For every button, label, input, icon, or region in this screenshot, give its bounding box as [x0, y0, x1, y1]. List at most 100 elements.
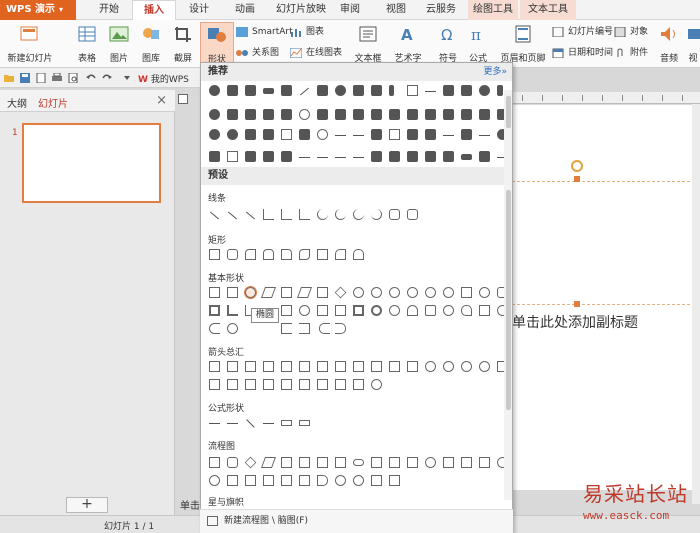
shape-rect[interactable] — [443, 109, 454, 120]
shape-rect[interactable] — [209, 151, 220, 162]
shape-arrow[interactable] — [335, 135, 346, 136]
shape-right-arrow[interactable] — [299, 157, 310, 158]
shape-callout[interactable] — [281, 85, 292, 96]
shape-bevel[interactable] — [353, 305, 364, 316]
shape-punched-tape[interactable] — [479, 457, 490, 468]
shape-curve-arrow[interactable] — [335, 209, 346, 220]
object-button[interactable]: 对象 — [614, 24, 648, 40]
shape-extract[interactable] — [263, 475, 274, 486]
shape-equal[interactable] — [281, 420, 292, 426]
shape-right-arrow[interactable] — [317, 157, 328, 158]
shape-rect[interactable] — [371, 109, 382, 120]
shape-rect[interactable] — [425, 129, 436, 140]
shape-dodecagon[interactable] — [443, 287, 454, 298]
shape-ring[interactable] — [317, 129, 328, 140]
export-icon[interactable] — [36, 73, 46, 83]
shape-direct-access[interactable] — [371, 475, 382, 486]
shape-plus[interactable] — [353, 135, 364, 136]
subtitle-placeholder[interactable]: 单击此处添加副标题 — [512, 312, 638, 332]
print-icon[interactable] — [52, 73, 62, 83]
shape-right-arrow[interactable] — [425, 91, 436, 92]
shape-rect-4[interactable] — [443, 85, 454, 96]
shape-rect[interactable] — [317, 109, 328, 120]
shape-pie[interactable] — [461, 287, 472, 298]
shape-elbow-double[interactable] — [299, 209, 310, 220]
shape-curve-free[interactable] — [371, 209, 382, 220]
shape-rect[interactable] — [263, 109, 274, 120]
shape-cloud[interactable] — [227, 323, 238, 334]
shape-rect[interactable] — [479, 151, 490, 162]
shape-curved-down-arrow[interactable] — [479, 361, 490, 372]
shape-display[interactable] — [389, 475, 400, 486]
shape-corner[interactable] — [227, 151, 238, 162]
shape-magnetic-disk[interactable] — [353, 475, 364, 486]
shape-elbow-arrow[interactable] — [281, 209, 292, 220]
shape-rect[interactable] — [407, 109, 418, 120]
tab-cloud[interactable]: 云服务 — [420, 0, 462, 20]
screenshot-button[interactable]: 截屏 — [168, 22, 198, 66]
shape-terminator[interactable] — [353, 459, 364, 466]
shape-smiley[interactable] — [443, 305, 454, 316]
shape-brace[interactable] — [389, 129, 400, 140]
shape-check[interactable] — [443, 135, 454, 136]
shape-rect[interactable] — [425, 109, 436, 120]
shape-bolt-2[interactable] — [497, 85, 503, 96]
shape-oval[interactable] — [479, 85, 490, 96]
picture-button[interactable]: 图片 — [104, 22, 134, 66]
save-icon[interactable] — [20, 73, 30, 83]
shape-rect[interactable] — [371, 151, 382, 162]
shape-left-right-arrow[interactable] — [281, 361, 292, 372]
shape-delay[interactable] — [317, 475, 328, 486]
shape-stored-data[interactable] — [299, 475, 310, 486]
shape-triangle[interactable] — [260, 287, 277, 298]
app-menu-button[interactable]: WPS 演示 ▾ — [0, 0, 76, 20]
shape-pill[interactable] — [263, 88, 274, 94]
shape-collate[interactable] — [227, 475, 238, 486]
attachment-button[interactable]: 附件 — [614, 45, 648, 61]
shape-vertical-text[interactable] — [227, 287, 238, 298]
tab-review[interactable]: 审阅 — [334, 0, 366, 20]
shape-sequential-access[interactable] — [335, 475, 346, 486]
shape-right-bracket[interactable] — [299, 323, 310, 334]
tab-insert[interactable]: 插入 — [132, 0, 176, 21]
online-chart-button[interactable]: 在线图表 — [290, 45, 342, 61]
shape-quad-arrow[interactable] — [317, 361, 328, 372]
mywps-button[interactable]: W 我的WPS — [138, 72, 189, 85]
shape-multidocument[interactable] — [335, 457, 346, 468]
rotation-handle[interactable] — [571, 160, 583, 172]
shape-curve[interactable] — [317, 209, 328, 220]
shape-down-callout-arrow[interactable] — [317, 379, 328, 390]
resize-handle[interactable] — [574, 301, 580, 307]
shape-bent-arrow[interactable] — [353, 361, 364, 372]
shape-circle[interactable] — [227, 129, 238, 140]
shape-oval[interactable] — [244, 286, 257, 299]
shape-predefined[interactable] — [281, 457, 292, 468]
relation-chart-button[interactable]: 关系图 — [236, 45, 279, 61]
shape-textbox[interactable] — [209, 287, 220, 298]
shape-snip-rect[interactable] — [245, 249, 256, 260]
shape-freeform[interactable] — [389, 209, 400, 220]
new-flowchart-button[interactable]: 新建流程图 \ 脑图(F) — [200, 509, 513, 533]
video-button[interactable]: 视 — [686, 22, 700, 66]
shape-hand[interactable] — [425, 151, 436, 162]
slide-number-button[interactable]: 幻灯片编号 — [552, 24, 613, 40]
shape-pentagon-arrow[interactable] — [227, 379, 238, 390]
audio-button[interactable]: 音频 — [654, 22, 684, 66]
new-slide-button[interactable]: 新建幻灯片 — [4, 22, 56, 66]
add-slide-button[interactable]: + — [66, 497, 108, 513]
smartart-button[interactable]: SmartArt — [236, 24, 293, 40]
shape-rect[interactable] — [479, 109, 490, 120]
shape-rect[interactable] — [227, 109, 238, 120]
open-folder-icon[interactable] — [4, 73, 14, 83]
shape-multiply[interactable] — [246, 419, 255, 428]
shape-right-callout-arrow[interactable] — [263, 379, 274, 390]
shape-snip-corner[interactable] — [281, 249, 292, 260]
shapes-scroll-thumb[interactable] — [506, 96, 511, 128]
shape-cube[interactable] — [335, 305, 346, 316]
shape-rect[interactable] — [461, 129, 472, 140]
shape-arrow-line[interactable] — [299, 87, 310, 96]
tab-design[interactable]: 设计 — [178, 0, 220, 20]
shape-arc[interactable] — [407, 305, 418, 316]
shape-pentagon[interactable] — [353, 287, 364, 298]
wordart-button[interactable]: A 艺术字 — [390, 22, 426, 66]
